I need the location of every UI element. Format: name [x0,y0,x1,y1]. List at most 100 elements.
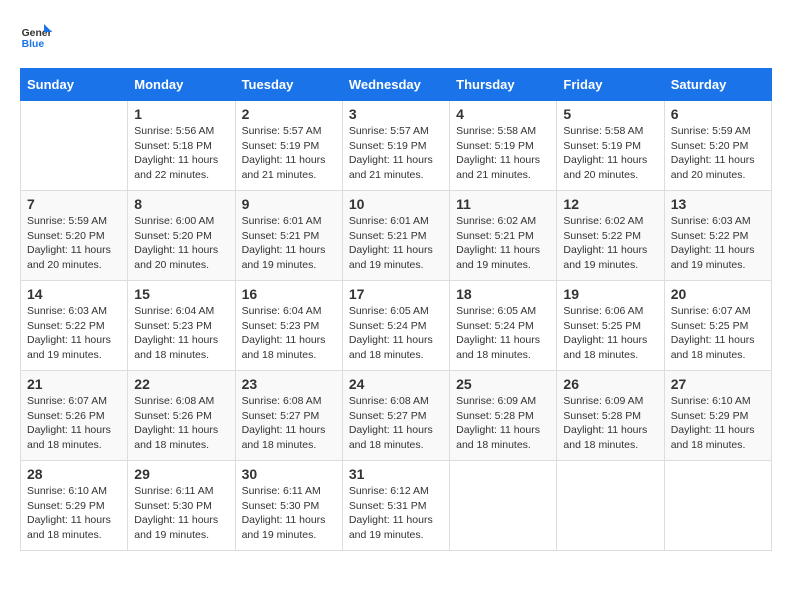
day-number: 3 [349,106,443,122]
logo: General Blue [20,20,56,52]
calendar-body: 1 Sunrise: 5:56 AM Sunset: 5:18 PM Daylig… [21,101,772,551]
day-info: Sunrise: 6:01 AM Sunset: 5:21 PM Dayligh… [242,214,336,273]
day-number: 5 [563,106,657,122]
day-number: 16 [242,286,336,302]
day-info: Sunrise: 6:11 AM Sunset: 5:30 PM Dayligh… [134,484,228,543]
calendar-cell: 10 Sunrise: 6:01 AM Sunset: 5:21 PM Dayli… [342,191,449,281]
calendar-cell: 13 Sunrise: 6:03 AM Sunset: 5:22 PM Dayli… [664,191,771,281]
weekday-tuesday: Tuesday [235,69,342,101]
calendar-cell: 19 Sunrise: 6:06 AM Sunset: 5:25 PM Dayli… [557,281,664,371]
day-number: 23 [242,376,336,392]
calendar-table: SundayMondayTuesdayWednesdayThursdayFrid… [20,68,772,551]
calendar-cell: 9 Sunrise: 6:01 AM Sunset: 5:21 PM Daylig… [235,191,342,281]
calendar-cell: 22 Sunrise: 6:08 AM Sunset: 5:26 PM Dayli… [128,371,235,461]
day-info: Sunrise: 6:05 AM Sunset: 5:24 PM Dayligh… [349,304,443,363]
day-number: 19 [563,286,657,302]
calendar-cell: 4Sunrise: 5:58 AM Sunset: 5:19 PM Daylig… [450,101,557,191]
day-number: 13 [671,196,765,212]
day-info: Sunrise: 6:09 AM Sunset: 5:28 PM Dayligh… [456,394,550,453]
day-info: Sunrise: 6:08 AM Sunset: 5:27 PM Dayligh… [349,394,443,453]
day-info: Sunrise: 6:11 AM Sunset: 5:30 PM Dayligh… [242,484,336,543]
calendar-cell: 8 Sunrise: 6:00 AM Sunset: 5:20 PM Daylig… [128,191,235,281]
weekday-monday: Monday [128,69,235,101]
day-number: 22 [134,376,228,392]
day-number: 1 [134,106,228,122]
day-info: Sunrise: 5:59 AM Sunset: 5:20 PM Dayligh… [27,214,121,273]
calendar-cell: 2 Sunrise: 5:57 AM Sunset: 5:19 PM Daylig… [235,101,342,191]
day-number: 10 [349,196,443,212]
calendar-cell: 24 Sunrise: 6:08 AM Sunset: 5:27 PM Dayli… [342,371,449,461]
calendar-cell: 23 Sunrise: 6:08 AM Sunset: 5:27 PM Dayli… [235,371,342,461]
day-info: Sunrise: 6:10 AM Sunset: 5:29 PM Dayligh… [27,484,121,543]
calendar-cell: 27 Sunrise: 6:10 AM Sunset: 5:29 PM Dayli… [664,371,771,461]
calendar-cell: 6 Sunrise: 5:59 AM Sunset: 5:20 PM Daylig… [664,101,771,191]
day-info: Sunrise: 6:09 AM Sunset: 5:28 PM Dayligh… [563,394,657,453]
day-info: Sunrise: 6:08 AM Sunset: 5:26 PM Dayligh… [134,394,228,453]
calendar-cell: 5 Sunrise: 5:58 AM Sunset: 5:19 PM Daylig… [557,101,664,191]
day-info: Sunrise: 6:12 AM Sunset: 5:31 PM Dayligh… [349,484,443,543]
calendar-cell: 14 Sunrise: 6:03 AM Sunset: 5:22 PM Dayli… [21,281,128,371]
day-info: Sunrise: 5:57 AM Sunset: 5:19 PM Dayligh… [349,124,443,183]
weekday-sunday: Sunday [21,69,128,101]
calendar-week-2: 14 Sunrise: 6:03 AM Sunset: 5:22 PM Dayli… [21,281,772,371]
day-number: 28 [27,466,121,482]
day-info: Sunrise: 6:03 AM Sunset: 5:22 PM Dayligh… [671,214,765,273]
day-info: Sunrise: 6:02 AM Sunset: 5:22 PM Dayligh… [563,214,657,273]
day-number: 27 [671,376,765,392]
day-info: Sunrise: 6:04 AM Sunset: 5:23 PM Dayligh… [134,304,228,363]
day-number: 8 [134,196,228,212]
day-info: Sunrise: 5:58 AM Sunset: 5:19 PM Dayligh… [563,124,657,183]
calendar-cell: 12Sunrise: 6:02 AM Sunset: 5:22 PM Dayli… [557,191,664,281]
day-number: 17 [349,286,443,302]
day-info: Sunrise: 6:07 AM Sunset: 5:26 PM Dayligh… [27,394,121,453]
day-info: Sunrise: 6:08 AM Sunset: 5:27 PM Dayligh… [242,394,336,453]
calendar-cell: 26 Sunrise: 6:09 AM Sunset: 5:28 PM Dayli… [557,371,664,461]
calendar-cell: 1 Sunrise: 5:56 AM Sunset: 5:18 PM Daylig… [128,101,235,191]
calendar-cell: 31 Sunrise: 6:12 AM Sunset: 5:31 PM Dayli… [342,461,449,551]
day-number: 9 [242,196,336,212]
calendar-cell: 25Sunrise: 6:09 AM Sunset: 5:28 PM Dayli… [450,371,557,461]
day-number: 24 [349,376,443,392]
day-number: 11 [456,196,550,212]
day-info: Sunrise: 6:02 AM Sunset: 5:21 PM Dayligh… [456,214,550,273]
calendar-cell [21,101,128,191]
calendar-cell: 17 Sunrise: 6:05 AM Sunset: 5:24 PM Dayli… [342,281,449,371]
calendar-cell [557,461,664,551]
day-info: Sunrise: 6:01 AM Sunset: 5:21 PM Dayligh… [349,214,443,273]
day-info: Sunrise: 6:00 AM Sunset: 5:20 PM Dayligh… [134,214,228,273]
weekday-wednesday: Wednesday [342,69,449,101]
day-info: Sunrise: 5:57 AM Sunset: 5:19 PM Dayligh… [242,124,336,183]
day-number: 21 [27,376,121,392]
day-number: 26 [563,376,657,392]
calendar-cell: 30Sunrise: 6:11 AM Sunset: 5:30 PM Dayli… [235,461,342,551]
calendar-header: SundayMondayTuesdayWednesdayThursdayFrid… [21,69,772,101]
day-number: 31 [349,466,443,482]
day-number: 15 [134,286,228,302]
weekday-thursday: Thursday [450,69,557,101]
calendar-cell: 3 Sunrise: 5:57 AM Sunset: 5:19 PM Daylig… [342,101,449,191]
calendar-cell: 7Sunrise: 5:59 AM Sunset: 5:20 PM Daylig… [21,191,128,281]
day-info: Sunrise: 6:03 AM Sunset: 5:22 PM Dayligh… [27,304,121,363]
calendar-cell [664,461,771,551]
calendar-cell: 29Sunrise: 6:11 AM Sunset: 5:30 PM Dayli… [128,461,235,551]
day-info: Sunrise: 5:56 AM Sunset: 5:18 PM Dayligh… [134,124,228,183]
day-info: Sunrise: 6:04 AM Sunset: 5:23 PM Dayligh… [242,304,336,363]
page-header: General Blue [20,20,772,52]
logo-icon: General Blue [20,20,52,52]
day-info: Sunrise: 5:58 AM Sunset: 5:19 PM Dayligh… [456,124,550,183]
calendar-cell [450,461,557,551]
day-info: Sunrise: 6:10 AM Sunset: 5:29 PM Dayligh… [671,394,765,453]
day-number: 2 [242,106,336,122]
day-number: 6 [671,106,765,122]
day-number: 14 [27,286,121,302]
day-info: Sunrise: 6:06 AM Sunset: 5:25 PM Dayligh… [563,304,657,363]
calendar-week-1: 7Sunrise: 5:59 AM Sunset: 5:20 PM Daylig… [21,191,772,281]
day-info: Sunrise: 5:59 AM Sunset: 5:20 PM Dayligh… [671,124,765,183]
weekday-saturday: Saturday [664,69,771,101]
calendar-cell: 21 Sunrise: 6:07 AM Sunset: 5:26 PM Dayli… [21,371,128,461]
calendar-cell: 28 Sunrise: 6:10 AM Sunset: 5:29 PM Dayli… [21,461,128,551]
calendar-cell: 16 Sunrise: 6:04 AM Sunset: 5:23 PM Dayli… [235,281,342,371]
svg-text:Blue: Blue [22,39,45,50]
calendar-week-0: 1 Sunrise: 5:56 AM Sunset: 5:18 PM Daylig… [21,101,772,191]
day-number: 20 [671,286,765,302]
